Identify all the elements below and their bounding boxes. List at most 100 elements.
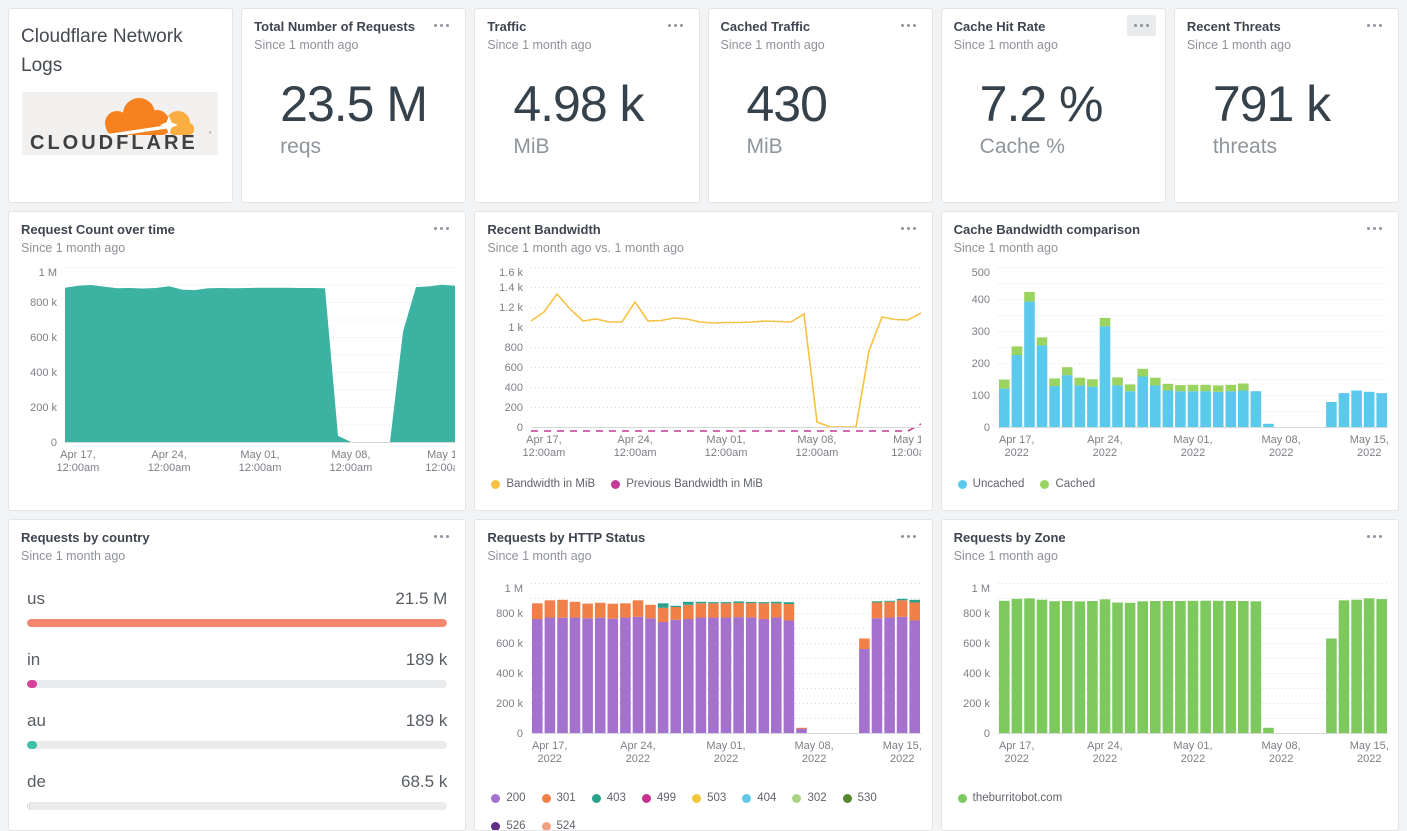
panel-menu-icon[interactable] [1363,220,1386,237]
panel-menu-icon[interactable] [1363,17,1386,34]
legend-item[interactable]: 200 [491,792,526,804]
legend-item[interactable]: 503 [692,792,726,804]
svg-text:600: 600 [505,362,523,374]
panel-menu-icon[interactable] [664,17,687,34]
requests-by-http-status-chart[interactable]: 0 200 k 400 k 600 k 800 k1 M Apr 17, 2022 Apr 2… [487,583,922,772]
svg-text:May 01,: May 01, [707,434,746,446]
svg-text:Apr 17,: Apr 17, [526,434,561,446]
chart-panel-cache-bandwidth: Cache Bandwidth comparison Since 1 month… [940,211,1399,511]
svg-text:May 01,: May 01, [240,449,279,461]
legend-item[interactable]: Previous Bandwidth in MiB [611,478,763,490]
svg-text:2022: 2022 [1180,447,1204,459]
country-bar-track [27,619,448,628]
svg-text:400 k: 400 k [496,668,523,680]
panel-menu-icon[interactable] [897,528,920,545]
legend-dot-icon [491,821,501,830]
legend-item[interactable]: 404 [742,792,776,804]
svg-text:2022: 2022 [890,753,914,765]
panel-menu-icon[interactable] [430,17,453,34]
svg-text:May 08,: May 08, [1261,740,1300,752]
svg-text:1 M: 1 M [505,583,523,595]
panel-title: Requests by country [21,530,150,545]
requests-by-country-gauge[interactable]: us 21.5 M in 189 k au 189 k de 68.5 k [21,589,453,811]
svg-text:600 k: 600 k [963,638,990,650]
panel-menu-icon[interactable] [1363,528,1386,545]
legend-item[interactable]: Cached [1040,478,1095,490]
legend-item[interactable]: 530 [842,792,877,804]
request-count-chart[interactable]: 0 200 k 400 k 600 k 800 k1 M Apr 17, 12:00am Ap… [21,267,460,481]
svg-text:May 1: May 1 [427,449,455,461]
svg-text:Apr 24,: Apr 24, [151,449,186,461]
svg-text:May 08,: May 08, [795,740,834,752]
svg-text:May 01,: May 01, [1173,434,1212,446]
svg-text:12:00am: 12:00am [148,462,191,474]
svg-text:2022: 2022 [1180,753,1204,765]
country-row: de 68.5 k [27,772,448,811]
stat-panel-traffic: Traffic Since 1 month ago 4.98 k MiB [474,8,700,203]
legend-dot-icon [541,793,551,803]
svg-text:12:00am: 12:00am [614,447,657,459]
cache-bandwidth-chart[interactable]: 0 100 200 300 400 500 Apr 17, 2022 Apr 24, 2022 Ma… [954,267,1389,466]
panel-subtitle: Since 1 month ago [487,549,592,564]
svg-text:600 k: 600 k [30,332,57,344]
svg-text:500: 500 [971,267,989,279]
svg-text:1 M: 1 M [971,583,989,595]
legend-dot-icon [1040,479,1050,489]
cloudflare-logo-image: CLOUDFLARE ’ [22,92,218,155]
country-bar-fill [27,802,30,811]
legend-item[interactable]: 302 [792,792,827,804]
panel-menu-icon[interactable] [430,220,453,237]
svg-text:12:00am: 12:00am [56,462,99,474]
stat-unit: MiB [513,134,550,158]
svg-text:1.2 k: 1.2 k [499,302,523,314]
svg-text:200 k: 200 k [30,402,57,414]
svg-text:800 k: 800 k [30,297,57,309]
country-bar-track [27,680,448,689]
svg-text:May 08,: May 08, [331,449,370,461]
svg-text:2022: 2022 [626,753,650,765]
recent-bandwidth-chart[interactable]: 0 200 400 600 800 1 k 1.2 k 1.4 k 1.6 k Apr 17, 12… [487,267,926,466]
country-row: au 189 k [27,711,448,750]
legend-item[interactable]: Uncached [957,478,1024,490]
legend-item[interactable]: theburritobot.com [957,792,1062,804]
svg-text:400 k: 400 k [30,367,57,379]
legend-item[interactable]: 301 [541,792,576,804]
country-bar-track [27,741,448,750]
svg-text:2022: 2022 [1269,447,1293,459]
panel-title: Traffic [487,19,527,34]
panel-menu-icon[interactable] [1126,15,1156,36]
legend-item[interactable]: 526 [491,820,526,830]
country-value: 189 k [405,711,448,731]
svg-text:1.6 k: 1.6 k [499,267,523,279]
svg-text:1.4 k: 1.4 k [499,282,523,294]
legend-dot-icon [742,793,752,803]
svg-text:2022: 2022 [1092,447,1116,459]
legend-item[interactable]: Bandwidth in MiB [491,478,595,490]
svg-text:600 k: 600 k [496,638,523,650]
stat-unit: Cache % [979,134,1065,158]
stat-value: 791 k [1212,76,1331,133]
stat-value: 4.98 k [513,76,644,133]
panel-menu-icon[interactable] [897,17,920,34]
svg-text:200: 200 [971,358,989,370]
legend-item[interactable]: 499 [641,792,676,804]
svg-text:2022: 2022 [1357,753,1381,765]
chart-panel-request-count: Request Count over time Since 1 month ag… [8,211,467,511]
legend-dot-icon [541,821,551,830]
legend-item[interactable]: 524 [541,820,576,830]
panel-subtitle: Since 1 month ago [953,241,1058,256]
dashboard-title: Cloudflare Network Logs [21,26,183,76]
svg-text:May 15,: May 15, [883,740,921,752]
svg-text:300: 300 [971,326,989,338]
legend-dot-icon [611,479,621,489]
svg-text:May 15,: May 15, [1349,434,1387,446]
svg-text:2022: 2022 [714,753,738,765]
legend-item[interactable]: 403 [591,792,626,804]
chart-legend: Uncached Cached [957,478,1386,490]
panel-menu-icon[interactable] [430,528,453,545]
svg-text:Apr 24,: Apr 24, [1087,434,1122,446]
panel-menu-icon[interactable] [897,220,920,237]
country-bar-fill [27,741,37,750]
requests-by-zone-chart[interactable]: 0 200 k 400 k 600 k 800 k1 M Apr 17, 2022 Apr 2… [954,583,1389,772]
svg-text:2022: 2022 [1004,753,1028,765]
